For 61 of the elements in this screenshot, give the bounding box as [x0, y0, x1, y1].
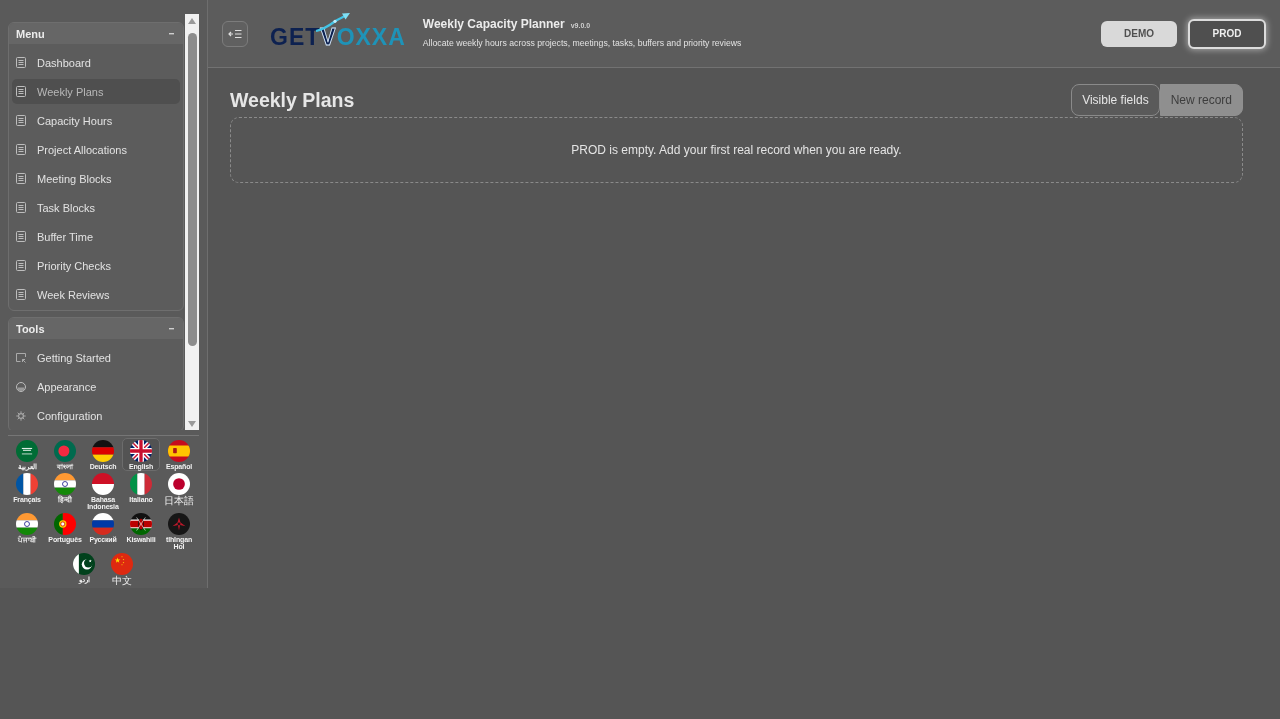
france-flag-icon	[16, 473, 38, 495]
sidebar-item[interactable]: Project Allocations	[12, 137, 180, 162]
empty-state-message: PROD is empty. Add your first real record when you are ready.	[571, 143, 902, 157]
sidebar-item[interactable]: Appearance	[12, 374, 180, 399]
language-option[interactable]: 中文	[103, 551, 141, 587]
document-icon	[16, 144, 26, 155]
japan-flag-icon	[168, 473, 190, 495]
kenya-flag-icon	[130, 513, 152, 535]
visible-fields-button[interactable]: Visible fields	[1071, 84, 1160, 116]
pakistan-flag-icon	[73, 553, 95, 575]
page-title: Weekly Plans	[230, 88, 355, 112]
sidebar-item[interactable]: Buffer Time	[12, 224, 180, 249]
document-icon	[16, 115, 26, 126]
app-subtitle: Allocate weekly hours across projects, meetings, tasks, buffers and priority reviews	[422, 37, 742, 48]
document-icon	[16, 173, 26, 184]
new-record-button[interactable]: New record	[1159, 84, 1243, 116]
portugal-flag-icon	[54, 513, 76, 535]
document-icon	[16, 231, 26, 242]
collapse-icon[interactable]	[169, 32, 174, 35]
emblem-flag-icon	[168, 513, 190, 535]
section-title: Tools	[16, 322, 45, 335]
gear-icon	[16, 410, 26, 421]
scroll-up-icon[interactable]	[188, 18, 196, 24]
section-title: Menu	[16, 27, 45, 40]
document-icon	[16, 57, 26, 68]
document-icon	[16, 202, 26, 213]
sidebar-item[interactable]: Week Reviews	[12, 282, 180, 307]
sidebar-item[interactable]: Getting Started	[12, 345, 180, 370]
sidebar-item[interactable]: Dashboard	[12, 50, 180, 75]
collapse-icon[interactable]	[169, 327, 174, 330]
scrollbar[interactable]	[185, 14, 199, 430]
sidebar-item[interactable]: Task Blocks	[12, 195, 180, 220]
document-icon	[16, 86, 26, 97]
italy-flag-icon	[130, 473, 152, 495]
menu-arrow-icon	[228, 28, 242, 39]
uk-flag-icon	[130, 440, 152, 462]
window-icon	[16, 352, 26, 363]
document-icon	[16, 289, 26, 300]
contrast-icon	[16, 381, 26, 392]
scrollbar-thumb[interactable]	[187, 33, 197, 346]
china-flag-icon	[111, 553, 133, 575]
spain-flag-icon	[168, 440, 190, 462]
language-option[interactable]: 日本語	[160, 471, 198, 511]
sidebar-item[interactable]: Meeting Blocks	[12, 166, 180, 191]
india-flag-icon	[54, 473, 76, 495]
india-flag-icon	[16, 513, 38, 535]
sidebar-toggle-button[interactable]	[222, 20, 248, 47]
app-title: Weekly Capacity Planner	[422, 16, 565, 31]
indonesia-flag-icon	[92, 473, 114, 495]
bangladesh-flag-icon	[54, 440, 76, 462]
germany-flag-icon	[92, 440, 114, 462]
sidebar-item[interactable]: Configuration	[12, 403, 180, 428]
sidebar-item[interactable]: Weekly Plans	[12, 79, 180, 104]
saudi-arabia-flag-icon	[16, 440, 38, 462]
environment-button[interactable]: DEMO	[1101, 20, 1177, 47]
environment-button[interactable]: PROD	[1188, 18, 1266, 49]
scroll-down-icon[interactable]	[188, 421, 196, 427]
sidebar-item[interactable]: Capacity Hours	[12, 108, 180, 133]
document-icon	[16, 260, 26, 271]
russia-flag-icon	[92, 513, 114, 535]
sidebar-item[interactable]: Priority Checks	[12, 253, 180, 278]
